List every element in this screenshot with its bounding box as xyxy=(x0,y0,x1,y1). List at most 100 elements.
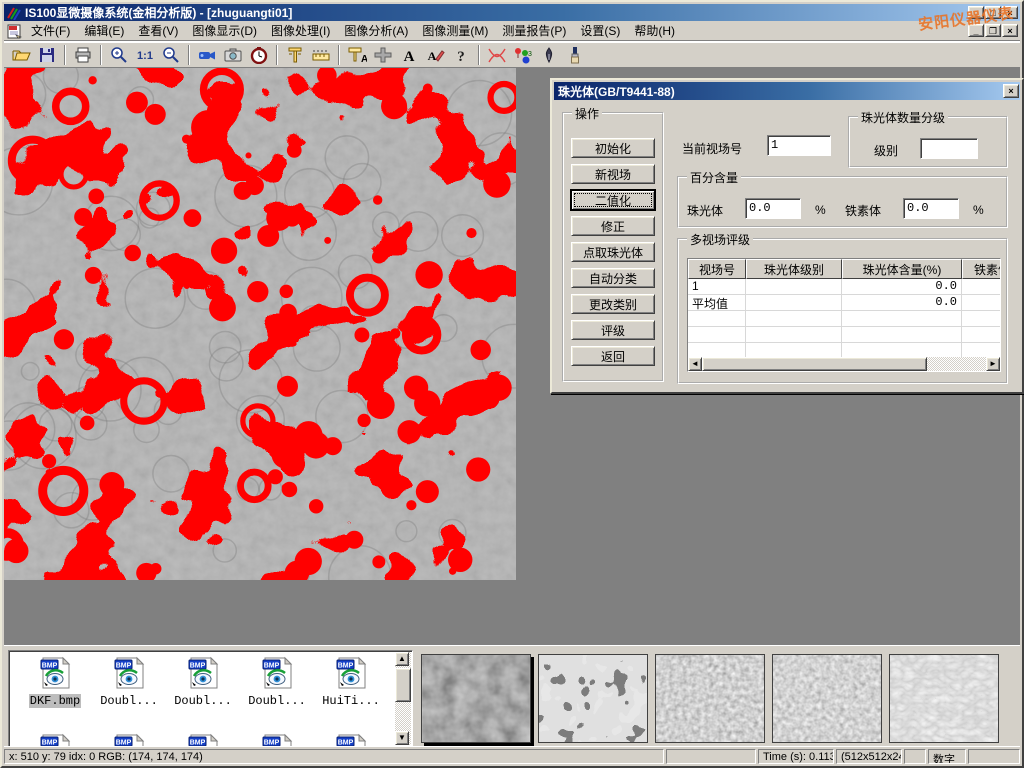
file-name[interactable]: Doubl... xyxy=(247,694,307,708)
file-item[interactable]: BMPDoubl... xyxy=(167,656,239,708)
dialog-title-bar[interactable]: 珠光体(GB/T9441-88) xyxy=(554,82,1020,100)
col-pearlite-grade[interactable]: 珠光体级别 xyxy=(746,259,842,279)
pearlite-label: 珠光体 xyxy=(687,202,723,219)
col-ferrite[interactable]: 铁素体 xyxy=(962,259,1001,279)
save-button[interactable] xyxy=(34,44,60,66)
brush-tool-button[interactable] xyxy=(562,44,588,66)
file-item[interactable]: BMP xyxy=(315,733,387,747)
caliper-button[interactable] xyxy=(282,44,308,66)
print-button[interactable] xyxy=(70,44,96,66)
rate-button[interactable]: 评级 xyxy=(571,320,655,340)
file-name[interactable]: DKF.bmp xyxy=(29,694,81,708)
file-name[interactable]: HuiTi... xyxy=(321,694,381,708)
image-size-status: (512x512x24) xyxy=(836,749,902,764)
menu-image-process[interactable]: 图像处理(I) xyxy=(264,20,337,41)
zoom-in-button[interactable] xyxy=(106,44,132,66)
ruler-button[interactable] xyxy=(308,44,334,66)
open-button[interactable] xyxy=(8,44,34,66)
dialog-close-button[interactable]: × xyxy=(1003,84,1019,98)
file-name[interactable]: Doubl... xyxy=(173,694,233,708)
menu-edit[interactable]: 编辑(E) xyxy=(77,20,131,41)
pick-pearlite-button[interactable]: 点取珠光体 xyxy=(571,242,655,262)
status-panel-empty xyxy=(904,749,926,764)
file-item[interactable]: BMP xyxy=(241,733,313,747)
menu-image-display[interactable]: 图像显示(D) xyxy=(185,20,264,41)
table-horizontal-scrollbar[interactable]: ◄ ► xyxy=(688,357,1000,371)
file-item[interactable]: BMPDoubl... xyxy=(93,656,165,708)
percent-sign: % xyxy=(815,203,826,217)
thumbnail-1[interactable] xyxy=(421,654,531,743)
file-item[interactable]: BMP xyxy=(167,733,239,747)
text-button[interactable]: A xyxy=(396,44,422,66)
scrollbar-thumb[interactable] xyxy=(702,357,927,371)
count-tool-button[interactable]: 3 xyxy=(510,44,536,66)
ferrite-percent-input[interactable]: 0.0 xyxy=(903,198,959,219)
toolbar-separator xyxy=(188,45,190,65)
table-row[interactable]: 1 0.0 xyxy=(688,279,1000,295)
file-list[interactable]: BMPDKF.bmp BMPDoubl... BMPDoubl... BMPDo… xyxy=(8,650,413,747)
file-name[interactable]: Doubl... xyxy=(99,694,159,708)
scroll-down-button[interactable]: ▼ xyxy=(395,731,409,745)
annotate-button[interactable]: A xyxy=(422,44,448,66)
curve-tool-button[interactable] xyxy=(484,44,510,66)
grade-input[interactable] xyxy=(920,138,978,159)
toolbar-separator xyxy=(100,45,102,65)
multi-field-table[interactable]: 视场号 珠光体级别 珠光体含量(%) 铁素体 1 0.0 平均值 0.0 xyxy=(687,258,1001,372)
scroll-right-button[interactable]: ► xyxy=(986,357,1000,371)
correct-button[interactable]: 修正 xyxy=(571,216,655,236)
measure-text-button[interactable]: A xyxy=(344,44,370,66)
pen-tool-button[interactable] xyxy=(536,44,562,66)
scrollbar-thumb[interactable] xyxy=(395,668,411,702)
photo-capture-button[interactable] xyxy=(220,44,246,66)
help-button[interactable]: ? xyxy=(448,44,474,66)
col-field-no[interactable]: 视场号 xyxy=(688,259,746,279)
col-pearlite-pct[interactable]: 珠光体含量(%) xyxy=(842,259,962,279)
actual-size-button[interactable]: 1:1 xyxy=(132,44,158,66)
file-item[interactable]: BMP DKF.bmp xyxy=(19,656,91,708)
file-list-scrollbar[interactable]: ▲ ▼ xyxy=(395,652,411,745)
thumbnail-3[interactable] xyxy=(655,654,765,743)
grid-button[interactable] xyxy=(370,44,396,66)
menu-report[interactable]: 测量报告(P) xyxy=(495,20,573,41)
auto-classify-button[interactable]: 自动分类 xyxy=(571,268,655,288)
new-field-button[interactable]: 新视场 xyxy=(571,164,655,184)
thumbnail-2[interactable] xyxy=(538,654,648,743)
init-button[interactable]: 初始化 xyxy=(571,138,655,158)
file-item[interactable]: BMP xyxy=(93,733,165,747)
current-field-input[interactable]: 1 xyxy=(767,135,831,156)
multi-field-group: 多视场评级 视场号 珠光体级别 珠光体含量(%) 铁素体 1 0.0 平均值 xyxy=(677,238,1008,384)
svg-text:BMP: BMP xyxy=(42,663,58,670)
timer-button[interactable] xyxy=(246,44,272,66)
video-capture-button[interactable] xyxy=(194,44,220,66)
thumbnail-5[interactable] xyxy=(889,654,999,743)
status-bar: x: 510 y: 79 idx: 0 RGB: (174, 174, 174)… xyxy=(4,746,1020,764)
file-item[interactable]: BMPHuiTi... xyxy=(315,656,387,708)
scrollbar-track[interactable] xyxy=(927,357,986,371)
pearlite-percent-input[interactable]: 0.0 xyxy=(745,198,801,219)
table-header-row: 视场号 珠光体级别 珠光体含量(%) 铁素体 xyxy=(688,259,1000,279)
table-row-empty[interactable] xyxy=(688,311,1000,327)
grade-label: 级别 xyxy=(874,142,898,159)
menu-view[interactable]: 查看(V) xyxy=(131,20,185,41)
table-row-empty[interactable] xyxy=(688,327,1000,343)
zoom-out-button[interactable] xyxy=(158,44,184,66)
menu-image-measure[interactable]: 图像测量(M) xyxy=(415,20,495,41)
menu-help[interactable]: 帮助(H) xyxy=(627,20,682,41)
binarize-button[interactable]: 二值化 xyxy=(571,190,655,210)
menu-image-analysis[interactable]: 图像分析(A) xyxy=(337,20,415,41)
menu-file[interactable]: 文件(F) xyxy=(24,20,77,41)
curve-tool-icon xyxy=(486,46,508,64)
scroll-left-button[interactable]: ◄ xyxy=(688,357,702,371)
cell: 0.0 xyxy=(842,279,962,294)
thumbnail-4[interactable] xyxy=(772,654,882,743)
scroll-up-button[interactable]: ▲ xyxy=(395,652,409,666)
file-item[interactable]: BMPDoubl... xyxy=(241,656,313,708)
table-row[interactable]: 平均值 0.0 xyxy=(688,295,1000,311)
mdi-close-button[interactable]: × xyxy=(1002,24,1018,37)
document-icon xyxy=(6,23,24,39)
return-button[interactable]: 返回 xyxy=(571,346,655,366)
file-item[interactable]: BMP xyxy=(19,733,91,747)
change-class-button[interactable]: 更改类别 xyxy=(571,294,655,314)
micrograph-image[interactable] xyxy=(4,68,516,580)
menu-settings[interactable]: 设置(S) xyxy=(573,20,627,41)
